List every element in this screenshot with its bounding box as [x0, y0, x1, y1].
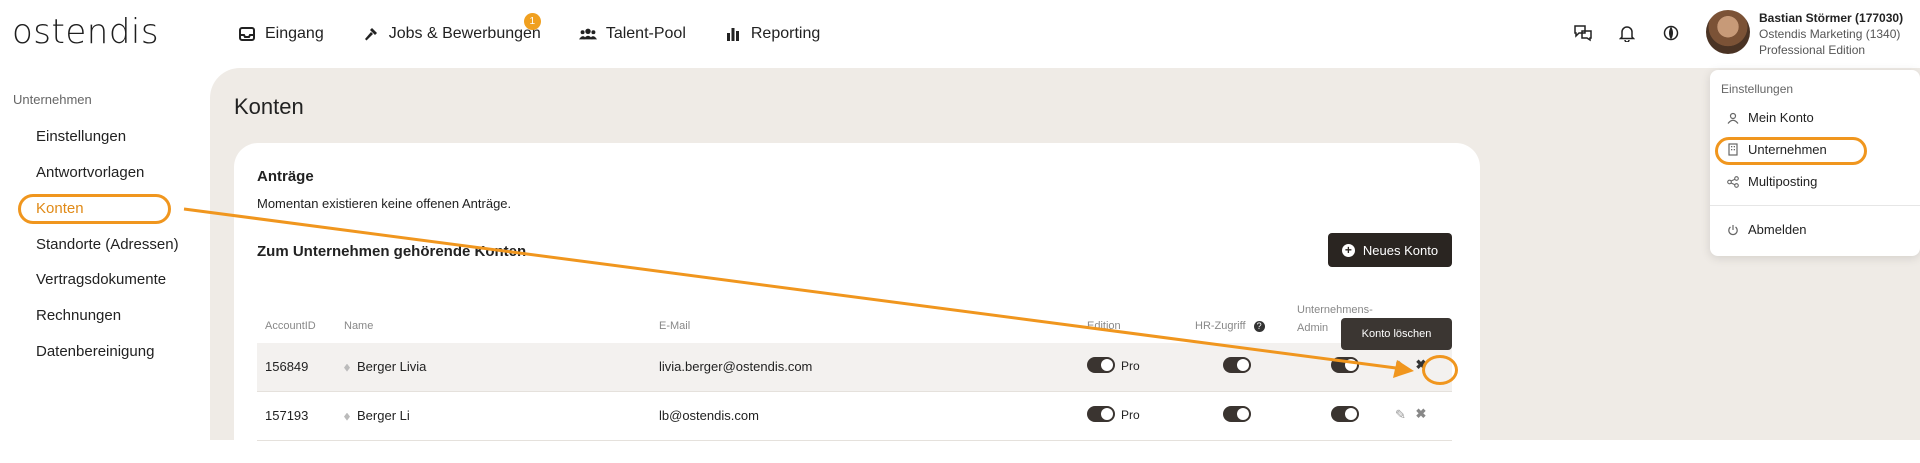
edition-toggle[interactable] [1087, 357, 1115, 373]
main-content: Konten Anträge Momentan existieren keine… [210, 68, 1920, 463]
top-icons [1572, 22, 1682, 44]
table-row[interactable]: 157193 Berger Li lb@ostendis.com Pro ✎ ✖ [257, 392, 1452, 441]
col-hr-access: HR-Zugriff ? [1195, 320, 1265, 332]
edition-label: Pro [1121, 359, 1140, 373]
power-icon [1726, 223, 1740, 237]
account-id: 156849 [265, 359, 309, 374]
account-name: Berger Li [344, 408, 410, 423]
table-row[interactable]: 156849 Berger Livia livia.berger@ostendi… [257, 343, 1452, 392]
page-title: Konten [234, 94, 304, 119]
nav-talent-pool-label: Talent-Pool [605, 25, 686, 42]
bell-icon[interactable] [1616, 22, 1638, 44]
help-icon[interactable]: ? [1253, 321, 1265, 332]
sidebar-item-antwortvorlagen[interactable]: Antwortvorlagen [36, 164, 144, 181]
pencil-icon[interactable]: ✎ [1395, 358, 1409, 373]
inbox-icon [238, 25, 256, 43]
ostendis-logo[interactable]: ostendis [12, 12, 159, 52]
sidebar-item-rechnungen[interactable]: Rechnungen [36, 307, 121, 324]
sidebar-item-konten[interactable]: Konten [36, 200, 84, 217]
edition-toggle[interactable] [1087, 406, 1115, 422]
plus-circle-icon: + [1341, 243, 1355, 257]
main-nav: Eingang Jobs & Bewerbungen 1 Talent-Pool… [238, 0, 858, 68]
requests-text: Momentan existieren keine offenen Anträg… [257, 196, 512, 211]
user-icon [1726, 111, 1740, 125]
avatar[interactable] [1706, 10, 1750, 54]
globe-icon[interactable] [1660, 22, 1682, 44]
col-name: Name [344, 320, 374, 332]
dropdown-divider [1710, 205, 1920, 206]
menu-item-my-account[interactable]: Mein Konto [1726, 110, 1814, 125]
col-edition: Edition [1087, 320, 1121, 332]
company-admin-toggle[interactable] [1331, 406, 1359, 422]
nav-inbox[interactable]: Eingang [238, 25, 324, 43]
menu-item-my-account-label: Mein Konto [1748, 110, 1814, 125]
nav-jobs[interactable]: Jobs & Bewerbungen 1 [362, 13, 541, 43]
sidebar-item-standorte[interactable]: Standorte (Adressen) [36, 236, 179, 253]
share-icon [1726, 175, 1740, 189]
col-account-id: AccountID [265, 320, 316, 332]
col-hr-access-label: HR-Zugriff [1195, 320, 1246, 332]
nav-reporting[interactable]: Reporting [724, 25, 820, 43]
chat-icon[interactable] [1572, 22, 1594, 44]
sidebar-heading: Unternehmen [13, 92, 92, 107]
requests-title: Anträge [257, 168, 314, 185]
menu-item-logout-label: Abmelden [1748, 222, 1807, 237]
accounts-card: Anträge Momentan existieren keine offene… [234, 143, 1480, 463]
nav-talent-pool[interactable]: Talent-Pool [578, 25, 686, 43]
users-icon [578, 25, 597, 43]
col-company-admin-line1: Unternehmens- [1297, 304, 1373, 316]
nav-inbox-label: Eingang [265, 25, 324, 42]
menu-item-multiposting[interactable]: Multiposting [1726, 174, 1817, 189]
account-email: livia.berger@ostendis.com [659, 359, 813, 374]
menu-item-multiposting-label: Multiposting [1748, 174, 1818, 189]
account-name: Berger Livia [344, 359, 426, 374]
user-edition: Professional Edition [1759, 43, 1866, 57]
drag-handle-icon[interactable] [344, 363, 350, 372]
menu-item-company[interactable]: Unternehmen [1726, 142, 1827, 157]
account-name-text: Berger Livia [357, 359, 427, 374]
account-id: 157193 [265, 408, 309, 423]
delete-tooltip: Konto löschen [1341, 318, 1452, 350]
hammer-icon [362, 25, 380, 43]
jobs-notification-badge: 1 [523, 13, 541, 30]
hr-access-toggle[interactable] [1223, 357, 1251, 373]
delete-icon[interactable]: ✖ [1413, 406, 1429, 422]
delete-icon[interactable]: ✖ [1413, 357, 1429, 373]
dropdown-heading: Einstellungen [1721, 82, 1794, 96]
menu-item-logout[interactable]: Abmelden [1726, 222, 1807, 237]
sidebar-item-datenbereinigung[interactable]: Datenbereinigung [36, 343, 154, 360]
drag-handle-icon[interactable] [344, 412, 350, 421]
edition-label: Pro [1121, 408, 1140, 422]
bar-chart-icon [724, 25, 742, 43]
new-account-label: Neues Konto [1362, 242, 1439, 258]
hr-access-toggle[interactable] [1223, 406, 1251, 422]
user-info[interactable]: Bastian Störmer (177030) Ostendis Market… [1759, 10, 1903, 58]
sidebar-item-einstellungen[interactable]: Einstellungen [36, 128, 126, 145]
account-name-text: Berger Li [357, 408, 410, 423]
company-admin-toggle[interactable] [1331, 357, 1359, 373]
top-bar: ostendis Eingang Jobs & Bewerbungen 1 Ta… [0, 0, 1920, 68]
nav-reporting-label: Reporting [750, 25, 821, 42]
user-name: Bastian Störmer (177030) [1759, 11, 1904, 25]
settings-dropdown: Einstellungen Mein Konto Unternehmen Mul… [1710, 70, 1920, 256]
user-company: Ostendis Marketing (1340) [1759, 27, 1901, 41]
nav-jobs-label: Jobs & Bewerbungen [388, 25, 541, 42]
sidebar: Unternehmen Einstellungen Antwortvorlage… [0, 68, 210, 440]
accounts-title: Zum Unternehmen gehörende Konten [257, 243, 527, 260]
account-email: lb@ostendis.com [659, 408, 759, 423]
col-email: E-Mail [659, 320, 691, 332]
sidebar-item-vertragsdokumente[interactable]: Vertragsdokumente [36, 271, 166, 288]
pencil-icon[interactable]: ✎ [1395, 407, 1409, 422]
building-icon [1726, 143, 1740, 157]
menu-item-company-label: Unternehmen [1748, 142, 1827, 157]
new-account-button[interactable]: + Neues Konto [1328, 233, 1452, 267]
